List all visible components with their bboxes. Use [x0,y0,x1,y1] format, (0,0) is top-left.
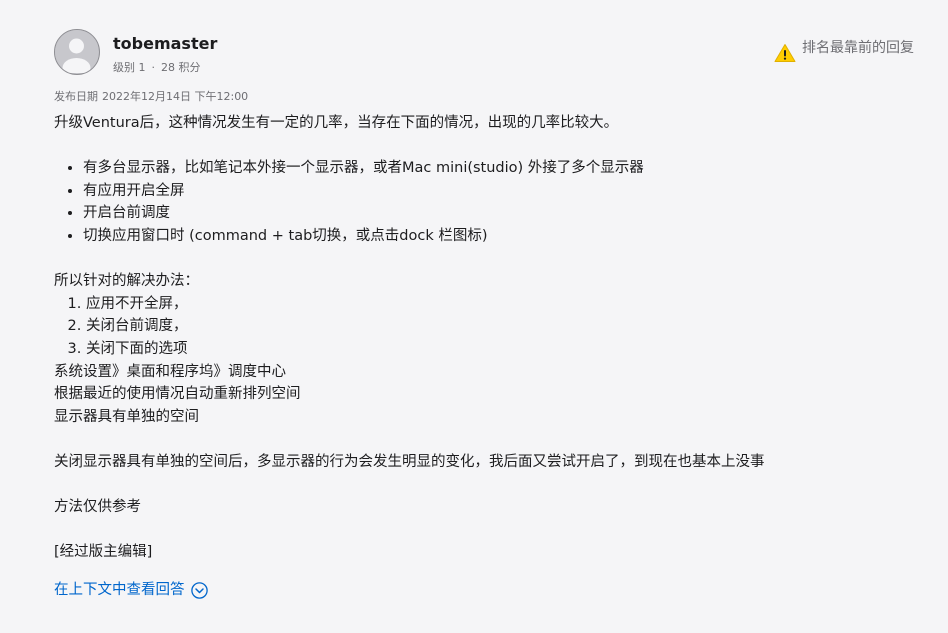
top-reply-badge: 排名最靠前的回复 [774,33,914,63]
post-body: 升级Ventura后，这种情况发生有一定的几率，当存在下面的情况，出现的几率比较… [54,112,914,564]
post-date: 发布日期 2022年12月14日 下午12:00 [54,89,248,105]
user-points: 28 积分 [161,61,201,74]
settings-path-line: 系统设置》桌面和程序坞》调度中心 [54,363,286,380]
list-item: 有多台显示器，比如笔记本外接一个显示器，或者Mac mini(studio) 外… [83,157,914,180]
avatar-icon[interactable] [54,29,100,75]
solutions-list: 应用不开全屏， 关闭台前调度， 关闭下面的选项 [54,293,914,361]
edited-note: [经过版主编辑] [54,544,153,561]
view-in-context-link[interactable]: 在上下文中查看回答 [54,579,208,601]
settings-path-line: 显示器具有单独的空间 [54,408,199,425]
followup-text: 关闭显示器具有单独的空间后，多显示器的行为会发生明显的变化，我后面又尝试开启了，… [54,453,765,470]
disclaimer-text: 方法仅供参考 [54,499,141,516]
solution-heading: 所以针对的解决办法： [54,273,199,290]
list-item: 关闭台前调度， [86,315,914,338]
meta-separator: · [151,61,156,74]
chevron-down-circle-icon[interactable] [190,581,208,599]
intro-text: 升级Ventura后，这种情况发生有一定的几率，当存在下面的情况，出现的几率比较… [54,115,619,131]
list-item: 开启台前调度 [83,202,914,225]
settings-path-line: 根据最近的使用情况自动重新排列空间 [54,386,301,403]
list-item: 有应用开启全屏 [83,180,914,203]
username[interactable]: tobemaster [113,33,217,55]
list-item: 关闭下面的选项 [86,338,914,361]
top-reply-label: 排名最靠前的回复 [802,40,914,56]
post-date-value: 2022年12月14日 下午12:00 [102,90,249,103]
conditions-list: 有多台显示器，比如笔记本外接一个显示器，或者Mac mini(studio) 外… [54,157,914,247]
view-in-context-label[interactable]: 在上下文中查看回答 [54,579,185,601]
author-meta: 级别 1 · 28 积分 [113,60,201,76]
post-date-label: 发布日期 [54,90,98,103]
list-item: 应用不开全屏， [86,293,914,316]
reply-post: tobemaster 级别 1 · 28 积分 排名最靠前的回复 发布日期 2022年… [0,0,948,633]
list-item: 切换应用窗口时 (command + tab切换，或点击dock 栏图标) [83,225,914,248]
user-level: 级别 1 [113,61,146,74]
warning-icon [774,44,796,62]
